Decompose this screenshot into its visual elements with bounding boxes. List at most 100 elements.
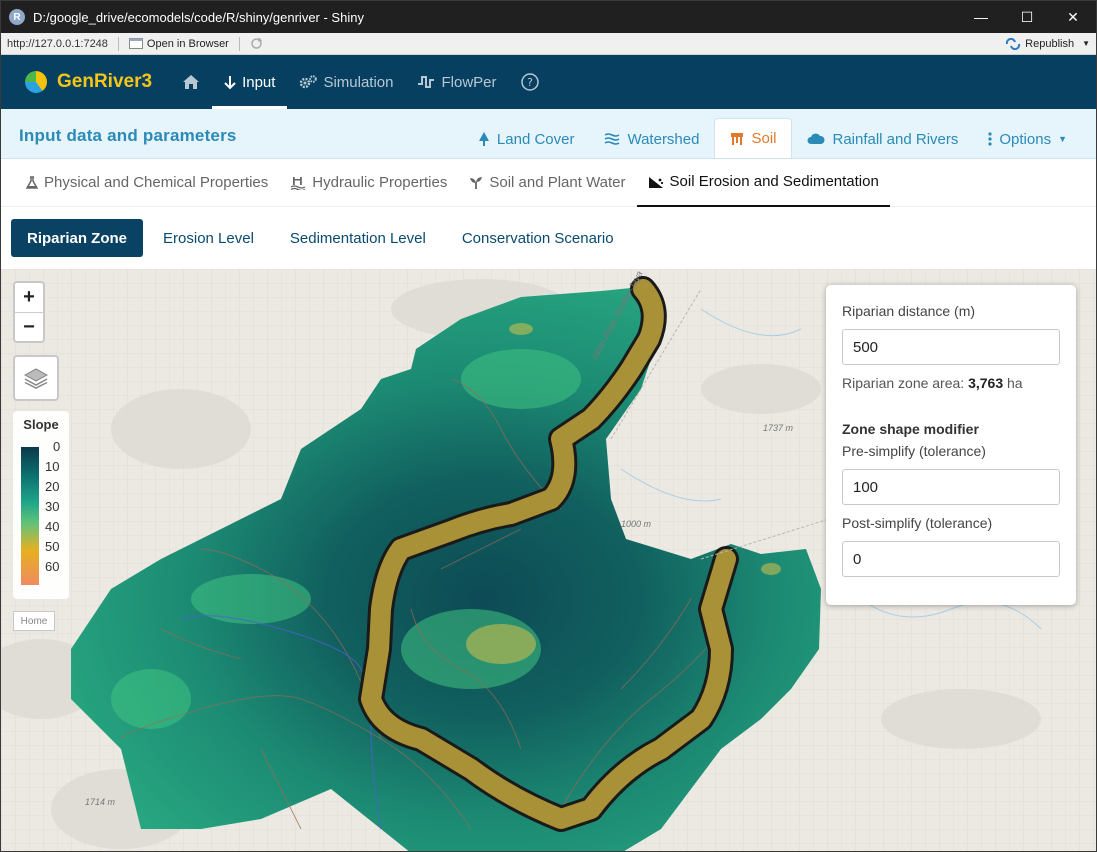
chevron-down-icon[interactable]: ▼ [1082,39,1090,48]
vertical-dots-icon [988,132,992,146]
seedling-icon [470,176,483,189]
section-tabs: Land Cover Watershed Soil Rainfall and R… [463,118,1082,158]
layers-icon [23,368,49,389]
arrow-down-icon [224,75,236,89]
refresh-icon [251,37,263,49]
brand-name: GenRiver3 [57,71,152,93]
map-view[interactable]: 1000 m 1714 m 1737 m Jalan Raya Jember-J… [1,269,1096,851]
title-bar: R D:/google_drive/ecomodels/code/R/shiny… [1,1,1096,33]
elevation-label: 1000 m [621,519,652,529]
pill-sedimentation-level[interactable]: Sedimentation Level [274,219,442,257]
riparian-area-text: Riparian zone area: 3,763 ha [842,375,1060,391]
slope-legend: Slope 0 10 20 30 40 50 60 [13,411,69,599]
r-logo-icon: R [9,9,25,25]
pill-conservation-scenario[interactable]: Conservation Scenario [446,219,630,257]
main-navbar: GenRiver3 Input Simulation FlowPer ? [1,55,1096,109]
subtab-soil-erosion[interactable]: Soil Erosion and Sedimentation [636,159,890,207]
gears-icon [300,75,318,89]
tree-icon [478,132,489,146]
toolbar-divider [238,36,240,51]
tab-land-cover-label: Land Cover [496,130,575,148]
nav-simulation[interactable]: Simulation [287,55,405,109]
erosion-pills: Riparian Zone Erosion Level Sedimentatio… [1,207,1096,269]
riparian-area-value: 3,763 [968,375,1004,391]
cloud-icon [807,133,826,144]
soil-icon [731,132,744,145]
riparian-area-unit: ha [1007,375,1023,391]
legend-tick: 50 [45,539,60,554]
svg-text:?: ? [527,76,533,89]
pill-erosion-level[interactable]: Erosion Level [147,219,270,257]
riparian-distance-label: Riparian distance (m) [842,303,976,319]
caret-down-icon: ▼ [1058,134,1067,144]
tab-rainfall-rivers-label: Rainfall and Rivers [832,130,959,148]
home-icon [183,75,200,89]
zoom-control: + − [13,281,45,343]
republish-button[interactable]: Republish ▼ [999,37,1096,50]
refresh-button[interactable] [244,37,269,50]
flask-icon [26,175,38,189]
app-window: R D:/google_drive/ecomodels/code/R/shiny… [0,0,1097,852]
riparian-area-prefix: Riparian zone area: [842,375,965,391]
legend-color-bar [21,447,39,585]
open-in-browser-label: Open in Browser [146,37,229,50]
url-display: http://127.0.0.1:7248 [7,37,108,50]
legend-tick: 0 [53,439,61,454]
pre-simplify-input[interactable]: 100 [842,469,1060,505]
elevation-label: 1737 m [763,423,794,433]
nav-home[interactable] [170,55,212,109]
genriver-logo-icon [25,71,47,93]
republish-label: Republish [1025,37,1075,50]
nav-input[interactable]: Input [212,55,288,109]
help-circle-icon: ? [520,73,539,91]
toolbar-divider [117,36,119,51]
open-in-browser-button[interactable]: Open in Browser [123,38,235,50]
home-extent-button[interactable]: Home [13,611,55,631]
zone-shape-modifier-heading: Zone shape modifier [842,421,979,437]
maximize-button[interactable]: ☐ [1004,1,1050,33]
close-button[interactable]: ✕ [1050,1,1096,33]
nav-input-label: Input [242,73,276,91]
legend-tick: 10 [45,459,60,474]
subtab-physical-chemical[interactable]: Physical and Chemical Properties [15,159,279,207]
subtab-soil-plant-water-label: Soil and Plant Water [489,174,626,191]
page-header: Input data and parameters Land Cover Wat… [1,109,1096,159]
subtab-hydraulic-label: Hydraulic Properties [312,174,448,191]
subtab-physical-chemical-label: Physical and Chemical Properties [44,174,269,191]
page-title: Input data and parameters [19,126,237,145]
legend-tick: 60 [45,559,60,574]
legend-tick: 40 [45,519,60,534]
tab-rainfall-rivers[interactable]: Rainfall and Rivers [792,120,973,158]
brand-prefix: Gen [57,71,94,92]
nav-flowper-label: FlowPer [441,73,497,91]
tab-options[interactable]: Options ▼ [973,120,1082,158]
subtab-hydraulic[interactable]: Hydraulic Properties [279,159,458,207]
soil-subtabs: Physical and Chemical Properties Hydraul… [1,159,1096,207]
water-ladder-icon [290,176,306,190]
browser-icon [128,38,143,49]
pill-riparian-zone[interactable]: Riparian Zone [11,219,144,257]
minimize-button[interactable]: — [958,1,1004,33]
tab-soil[interactable]: Soil [714,118,793,158]
tab-options-label: Options [999,130,1052,148]
republish-icon [1006,37,1021,50]
post-simplify-input[interactable]: 0 [842,541,1060,577]
riparian-distance-input[interactable]: 500 [842,329,1060,365]
subtab-soil-plant-water[interactable]: Soil and Plant Water [458,159,636,207]
nav-simulation-label: Simulation [323,73,394,91]
pre-simplify-label: Pre-simplify (tolerance) [842,443,986,459]
zoom-out-button[interactable]: − [15,312,43,341]
subtab-soil-erosion-label: Soil Erosion and Sedimentation [669,173,879,190]
nav-help[interactable]: ? [509,55,551,109]
tab-soil-label: Soil [751,130,777,147]
shiny-toolbar: http://127.0.0.1:7248 Open in Browser Re… [1,33,1096,55]
post-simplify-label: Post-simplify (tolerance) [842,515,993,531]
nav-flowper[interactable]: FlowPer [405,55,508,109]
layers-button[interactable] [13,355,59,401]
tab-watershed[interactable]: Watershed [589,120,714,158]
tab-land-cover[interactable]: Land Cover [463,120,590,158]
zoom-in-button[interactable]: + [15,283,43,312]
elevation-label: 1714 m [85,797,116,807]
water-icon [605,133,620,145]
brand[interactable]: GenRiver3 [25,71,152,93]
